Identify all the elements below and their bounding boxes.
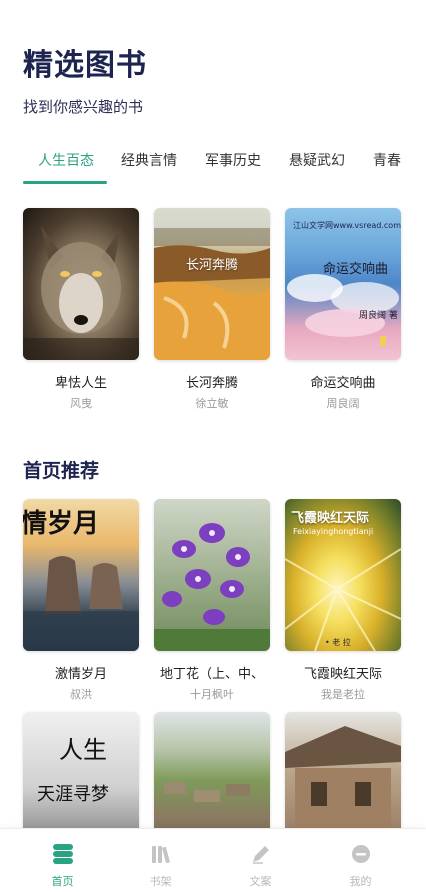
book-title: 卑怯人生 — [54, 376, 107, 391]
active-tab-indicator — [23, 181, 107, 184]
violet-flowers-illustration — [154, 523, 270, 651]
tab-youth[interactable]: 青春 — [373, 150, 401, 170]
cover-title: 命运交响曲 — [323, 262, 389, 277]
pen-icon — [253, 846, 269, 864]
cover-subtitle: 天涯寻梦 — [37, 784, 109, 805]
bottom-tab-bar: 首页 书架 文案 我的 — [0, 828, 426, 892]
tab-military-history[interactable]: 军事历史 — [205, 150, 261, 170]
book-title: 地丁花（上、中、 — [159, 667, 264, 682]
book-cover[interactable]: 江山文学网www.vsread.com 命运交响曲 周良阔 著 — [285, 208, 401, 360]
tab-profile[interactable]: 我的 — [318, 829, 403, 892]
tab-home[interactable]: 首页 — [20, 829, 105, 892]
book-title: 命运交响曲 — [310, 376, 376, 391]
book-card[interactable]: 卑怯人生 风曳 — [23, 208, 139, 411]
tab-life[interactable]: 人生百态 — [38, 150, 94, 170]
home-icon — [53, 844, 73, 864]
cover-title: 长河奔腾 — [186, 258, 239, 273]
book-cover[interactable] — [154, 499, 270, 651]
cover-site: 江山文学网www.vsread.com — [293, 221, 401, 230]
tab-mystery[interactable]: 悬疑武幻 — [289, 150, 345, 170]
tab-home-label: 首页 — [51, 875, 74, 888]
book-cover[interactable] — [23, 208, 139, 360]
cover-title: 情岁月 — [23, 509, 100, 539]
tab-copywriting-label: 文案 — [249, 875, 272, 888]
wolf-illustration — [23, 226, 139, 360]
book-author: 周良阔 — [326, 397, 360, 410]
bookshelf-icon — [152, 846, 170, 864]
book-card[interactable]: 长河奔腾 长河奔腾 徐立敏 — [154, 208, 270, 411]
book-author: 徐立敏 — [195, 397, 229, 410]
section-title: 首页推荐 — [23, 460, 100, 482]
tab-romance[interactable]: 经典言情 — [121, 150, 177, 170]
waterfall-illustration — [154, 228, 270, 360]
book-card[interactable]: 地丁花（上、中、 十月枫叶 — [154, 499, 270, 702]
book-title: 飞霞映红天际 — [303, 667, 382, 682]
cover-title: 人生 — [59, 736, 107, 764]
page-subtitle: 找到你感兴趣的书 — [23, 98, 144, 116]
book-cover[interactable]: 飞霞映红天际 Feixiayinghongtianji • 老 拉 — [285, 499, 401, 651]
tab-profile-label: 我的 — [349, 875, 372, 888]
tab-copywriting[interactable]: 文案 — [218, 829, 303, 892]
book-card[interactable]: 飞霞映红天际 Feixiayinghongtianji • 老 拉 飞霞映红天际… — [285, 499, 401, 702]
book-author: 风曳 — [70, 397, 92, 410]
cover-pinyin: Feixiayinghongtianji — [293, 527, 374, 536]
tab-bookshelf-label: 书架 — [149, 875, 172, 888]
cover-author: • 老 拉 — [325, 638, 351, 647]
book-card[interactable]: 情岁月 激情岁月 叔洪 — [23, 499, 139, 702]
book-title: 激情岁月 — [54, 667, 107, 682]
cover-author: 周良阔 著 — [359, 311, 398, 321]
book-author: 我是老拉 — [321, 688, 365, 701]
book-author: 十月枫叶 — [190, 688, 234, 701]
book-title: 长河奔腾 — [185, 376, 238, 391]
page-title: 精选图书 — [23, 48, 147, 83]
book-cover[interactable]: 长河奔腾 — [154, 208, 270, 360]
book-author: 叔洪 — [70, 688, 92, 701]
cover-title: 飞霞映红天际 — [291, 511, 370, 526]
book-cover[interactable]: 情岁月 — [23, 499, 139, 651]
book-card[interactable]: 江山文学网www.vsread.com 命运交响曲 周良阔 著 命运交响曲 周良… — [285, 208, 401, 411]
category-tabs: 人生百态 经典言情 军事历史 悬疑武幻 青春 — [0, 146, 426, 186]
profile-icon — [352, 845, 370, 863]
tab-bookshelf[interactable]: 书架 — [118, 829, 203, 892]
